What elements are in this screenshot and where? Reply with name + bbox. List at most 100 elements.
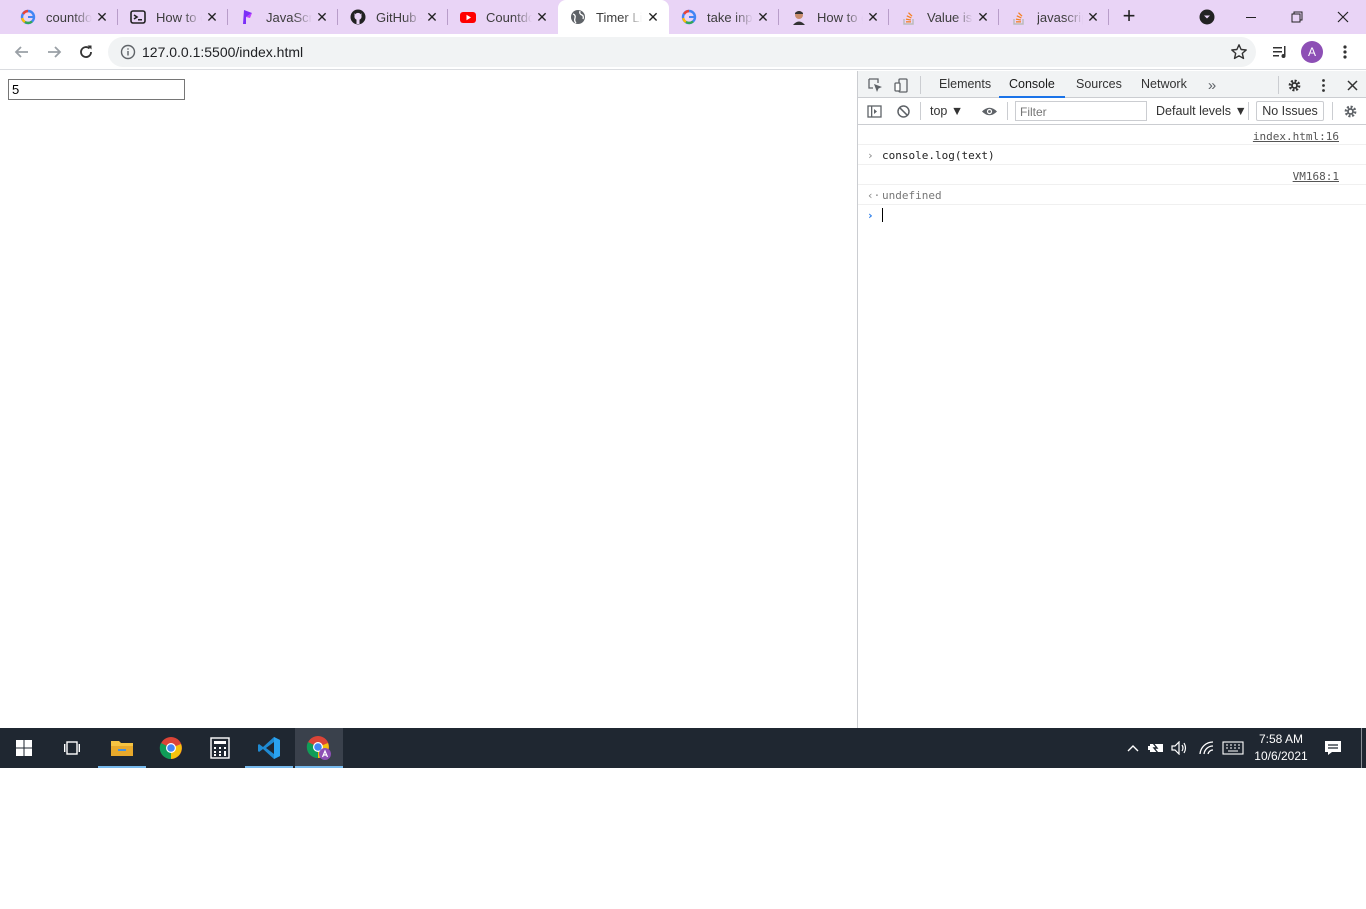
close-tab-icon[interactable]: ✕ [534, 9, 550, 25]
tab-how-to-get[interactable]: How to get ✕ [779, 0, 889, 34]
console-settings-gear-icon[interactable] [1341, 102, 1359, 120]
battery-icon[interactable] [1146, 728, 1166, 768]
tab-console[interactable]: Console [999, 71, 1065, 98]
tab-search-icon[interactable] [1196, 6, 1218, 28]
clock-time: 7:58 AM [1258, 732, 1304, 746]
console-prompt[interactable]: › [858, 205, 1366, 225]
stackoverflow-icon [901, 9, 917, 25]
console-toolbar: top ▼ Filter Default levels ▼ No Issues [858, 98, 1366, 125]
youtube-icon [460, 9, 476, 25]
tray-overflow-chevron-icon[interactable] [1124, 728, 1142, 768]
tab-countdown-youtube[interactable]: Countdown ✕ [448, 0, 558, 34]
close-tab-icon[interactable]: ✕ [1085, 9, 1101, 25]
tab-github[interactable]: GitHub - ✕ [338, 0, 448, 34]
tab-take-input[interactable]: take input ✕ [669, 0, 779, 34]
tab-title: How to get [817, 9, 863, 25]
tab-title: How to create [156, 9, 202, 25]
close-devtools-icon[interactable] [1343, 76, 1361, 94]
tab-how-to-create[interactable]: How to create ✕ [118, 0, 228, 34]
task-view-button[interactable] [48, 728, 96, 768]
chrome-menu-icon[interactable] [1333, 40, 1357, 64]
running-indicator [295, 766, 343, 768]
console-command-text: console.log(text) [882, 149, 995, 162]
console-result: ‹· undefined [858, 185, 1366, 205]
divider [1278, 76, 1279, 94]
calculator-app[interactable] [196, 728, 244, 768]
url-text[interactable]: 127.0.0.1:5500/index.html [142, 44, 303, 60]
divider [1007, 102, 1008, 120]
action-center-icon[interactable] [1320, 728, 1346, 768]
tab-title: Countdown [486, 9, 532, 25]
sidebar-toggle-icon[interactable] [865, 102, 883, 120]
tab-timer-lite[interactable]: Timer Lite ✕ [558, 0, 669, 34]
tab-javascript[interactable]: JavaScript ✕ [228, 0, 338, 34]
bookmark-star-icon[interactable] [1230, 43, 1248, 61]
close-tab-icon[interactable]: ✕ [865, 9, 881, 25]
close-tab-icon[interactable]: ✕ [424, 9, 440, 25]
settings-gear-icon[interactable] [1285, 76, 1303, 94]
devtools-tab-bar: Elements Console Sources Network » [858, 71, 1366, 98]
inspect-element-icon[interactable] [866, 76, 884, 94]
taskbar-clock[interactable]: 7:58 AM 10/6/2021 [1248, 731, 1314, 765]
restore-icon[interactable] [1286, 6, 1308, 28]
chrome-profile-icon [306, 736, 331, 760]
tab-value-is[interactable]: Value is ✕ [889, 0, 999, 34]
file-explorer-app[interactable] [98, 728, 146, 768]
profile-avatar[interactable]: A [1301, 41, 1323, 63]
browser-toolbar: 127.0.0.1:5500/index.html A [0, 34, 1366, 70]
input-chevron-icon: › [867, 149, 874, 162]
devtools-menu-icon[interactable] [1314, 76, 1332, 94]
forward-icon[interactable] [42, 40, 66, 64]
log-levels-dropdown[interactable]: Default levels ▼ [1156, 104, 1247, 118]
live-expression-eye-icon[interactable] [980, 102, 998, 120]
tab-elements[interactable]: Elements [939, 71, 991, 98]
site-info-icon[interactable] [120, 44, 136, 60]
console-filter-input[interactable]: Filter [1015, 101, 1147, 121]
terminal-icon [130, 9, 146, 25]
close-tab-icon[interactable]: ✕ [314, 9, 330, 25]
keyboard-icon[interactable] [1220, 728, 1246, 768]
console-message: VM168:1 [858, 165, 1366, 185]
minimize-icon[interactable] [1240, 6, 1262, 28]
tab-title: JavaScript [266, 9, 312, 25]
timer-input[interactable] [8, 79, 185, 100]
source-link[interactable]: VM168:1 [1293, 170, 1339, 183]
tab-sources[interactable]: Sources [1076, 71, 1122, 98]
console-result-text: undefined [882, 189, 942, 202]
close-tab-icon[interactable]: ✕ [94, 9, 110, 25]
tab-javascript-so[interactable]: javascript ✕ [999, 0, 1109, 34]
close-tab-icon[interactable]: ✕ [204, 9, 220, 25]
tab-countdown-timer[interactable]: countdown timer ✕ [8, 0, 118, 34]
device-toolbar-icon[interactable] [892, 76, 910, 94]
start-button[interactable] [0, 728, 48, 768]
tab-divider [1108, 9, 1109, 25]
wifi-icon[interactable] [1195, 728, 1217, 768]
clear-console-icon[interactable] [894, 102, 912, 120]
console-messages: index.html:16 › console.log(text) VM168:… [858, 125, 1366, 225]
close-tab-icon[interactable]: ✕ [755, 9, 771, 25]
source-link[interactable]: index.html:16 [1253, 130, 1339, 143]
close-tab-icon[interactable]: ✕ [645, 9, 661, 25]
tab-network[interactable]: Network [1141, 71, 1187, 98]
new-tab-button[interactable]: + [1118, 5, 1140, 28]
address-bar[interactable]: 127.0.0.1:5500/index.html [108, 37, 1256, 67]
result-arrow-icon: ‹· [867, 189, 881, 202]
devtools-panel: Elements Console Sources Network » top ▼… [857, 71, 1366, 728]
context-selector[interactable]: top ▼ [930, 104, 963, 118]
back-icon[interactable] [10, 40, 34, 64]
volume-icon[interactable] [1170, 728, 1190, 768]
chrome-app[interactable] [147, 728, 195, 768]
issues-button[interactable]: No Issues [1256, 101, 1324, 121]
globe-icon [570, 9, 586, 25]
reload-icon[interactable] [74, 40, 98, 64]
close-window-icon[interactable] [1332, 6, 1354, 28]
windows-logo-icon [16, 740, 32, 756]
more-tabs-icon[interactable]: » [1203, 76, 1221, 94]
tab-title: Timer Lite [596, 9, 642, 25]
media-control-icon[interactable] [1268, 40, 1292, 64]
close-tab-icon[interactable]: ✕ [975, 9, 991, 25]
chrome-profile-app[interactable] [295, 728, 343, 768]
show-desktop-divider[interactable] [1361, 728, 1362, 768]
vscode-app[interactable] [245, 728, 293, 768]
divider [920, 76, 921, 94]
